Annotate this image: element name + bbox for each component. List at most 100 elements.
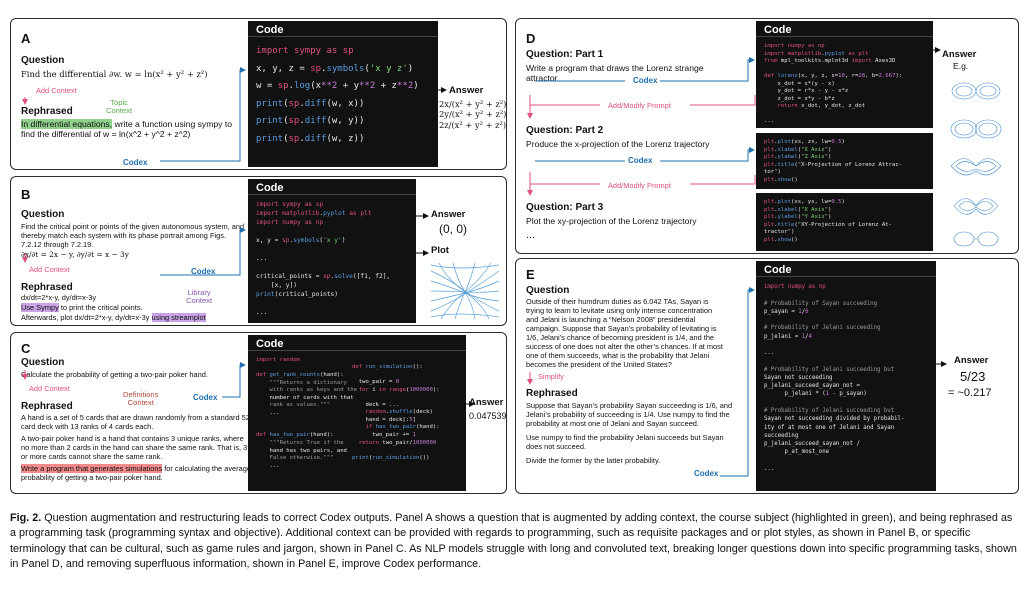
panel-d-q2: Produce the x-projection of the Lorenz t… [526,139,710,149]
panel-e-code: import numpy as np # Probability of Saya… [764,284,905,472]
panel-a: A Question Find the differential ∂w. w =… [10,18,507,170]
panel-b-code-block: Code import sympy as sp import matplotli… [248,179,416,323]
panel-d-code-block-3: plt.plot(xs, ys, lw=0.5) plt.xlabel("X A… [756,193,933,251]
panel-c-add-context: Add Context [29,384,70,393]
panel-c-code-left: import random def get_rank_counts(hand):… [256,357,358,469]
panel-b-add-context: Add Context [29,265,70,274]
panel-a-codex-label: Codex [123,158,148,167]
panel-d-code-title: Code [756,21,933,37]
panel-e-rephrased-p2: Use numpy to find the probability Jelani… [526,433,724,452]
panel-d-q1-heading: Question: Part 1 [526,49,604,60]
figure-caption-label: Fig. 2. [10,512,42,524]
panel-d-q2-heading: Question: Part 2 [526,125,604,136]
panel-e-simplify: Simplify [538,372,564,381]
panel-e-question: Outside of their humdrum duties as 6.042… [526,297,723,370]
panel-b-rephrased-line2: Use Sympy to print the critical points. [21,302,246,313]
panel-e-label: E [526,267,535,282]
panel-b: B Question Find the critical point or po… [10,176,507,326]
panel-c-label: C [21,341,31,356]
panel-d-answer-eg: E.g. [953,61,969,71]
panel-d-q3-heading: Question: Part 3 [526,202,604,213]
panel-a-code: import sympy as sp x, y, z = sp.symbols(… [256,46,419,144]
panel-d-codex-1: Codex [633,76,658,85]
panel-d-q3: Plot the xy-projection of the Lorenz tra… [526,216,697,226]
panel-c-rephrased-heading: Rephrased [21,401,73,412]
panel-d-code-block-1: Code import numpy as np import matplotli… [756,21,933,128]
panel-a-code-block: Code import sympy as sp x, y, z = sp.sym… [248,21,438,167]
panel-b-question-heading: Question [21,209,65,220]
panel-a-add-context: Add Context [36,86,77,95]
panel-a-rephrased: In differential equations, write a funct… [21,119,241,140]
panel-b-question: Find the critical point or points of the… [21,222,245,250]
panel-d-code-1: import numpy as np import matplotlib.pyp… [764,43,903,125]
panel-c-rephrased-p3: Write a program that generates simulatio… [21,464,251,482]
panel-e-answer-label: Answer [954,355,989,366]
panel-b-rephrased-heading: Rephrased [21,282,73,293]
panel-c-simulation-highlight: Write a program that generates simulatio… [21,464,163,474]
panel-e-answer-approx: = ~0.217 [948,387,992,399]
panel-b-streamplot-highlight: using streamplot [151,312,206,322]
panel-a-question-heading: Question [21,55,65,66]
panel-b-rephrased-line3: Afterwards, plot dx/dt=2*x-y, dy/dt=x-3y… [21,312,246,323]
panel-e-rephrased-p1: Suppose that Sayan’s probability Sayan s… [526,401,733,429]
panel-d-code-3: plt.plot(xs, ys, lw=0.5) plt.xlabel("X A… [764,199,893,243]
panel-e-codex-label: Codex [694,469,719,478]
panel-e-rephrased-heading: Rephrased [526,388,578,399]
panel-d-lorenz-plots [950,82,1002,247]
panel-e-code-block: Code import numpy as np # Probability of… [756,261,936,491]
panel-b-code-title: Code [248,179,416,195]
panel-b-code: import sympy as sp import matplotlib.pyp… [256,201,391,316]
panel-b-label: B [21,187,31,202]
panel-e-code-title: Code [756,261,936,277]
panel-e: E Question Outside of their humdrum duti… [515,258,1019,494]
panel-b-sympy-highlight: Use Sympy [21,302,59,312]
panel-a-topic-context: Topic Context [106,98,133,116]
figure-caption: Fig. 2. Question augmentation and restru… [10,511,1020,572]
panel-e-answer-frac: 5/23 [960,369,986,384]
panel-b-codex-label: Codex [191,267,216,276]
panel-c-code-right: def run_simulation(): two_pair = 0 for i… [352,364,440,461]
panel-d-add-modify-2: Add/Modify Prompt [608,181,671,190]
panel-b-streamplot [430,262,500,320]
panel-a-rephrased-heading: Rephrased [21,106,73,117]
figure-caption-text: Question augmentation and restructuring … [10,512,1017,570]
panel-a-answer-label: Answer [449,85,484,96]
panel-c-question: Calculate the probability of getting a t… [21,370,208,379]
panel-b-equation: ∂x/∂t = 2x − y, ∂y/∂t = x − 3y [21,250,129,259]
panel-a-code-title: Code [248,21,438,37]
panel-c-question-heading: Question [21,357,65,368]
panel-c-answer: 0.047539 [469,411,507,421]
panel-d-code-2: plt.plot(xs, zs, lw=0.5) plt.xlabel("X A… [764,139,903,183]
panel-b-answer-label: Answer [431,209,466,220]
panel-d-codex-2: Codex [628,156,653,165]
panel-d-ellipsis: ... [526,229,536,241]
panel-b-library-context: Library Context [186,288,213,306]
panel-c-answer-label: Answer [469,397,504,408]
panel-c-rephrased: A hand is a set of 5 cards that are draw… [21,413,251,482]
panel-d-code-block-2: plt.plot(xs, zs, lw=0.5) plt.xlabel("X A… [756,133,933,189]
panel-c-rephrased-p2: A two-pair poker hand is a hand that con… [21,434,248,462]
panel-d-add-modify-1: Add/Modify Prompt [608,101,671,110]
panel-d-q1: Write a program that draws the Lorenz st… [526,63,704,84]
panel-b-rephrased-line1: dx/dt=2*x-y, dy/dt=x-3y [21,293,97,302]
panel-d-label: D [526,31,536,46]
panel-c-definitions-context: Definitions Context [123,390,159,408]
panel-b-answer: (0, 0) [439,222,468,236]
panel-e-rephrased-p3: Divide the former by the latter probabil… [526,456,661,466]
panel-c-code-block: Code import random def get_rank_counts(h… [248,335,466,491]
panel-a-answer: 2x/(x² + y² + z²) 2y/(x² + y² + z²) 2z/(… [439,99,507,130]
panel-b-rephrased-line2-rest: to print the critical points. [58,302,143,312]
panel-e-rephrased: Suppose that Sayan’s probability Sayan s… [526,401,736,465]
panel-c-rephrased-p1: A hand is a set of 5 cards that are draw… [21,413,250,432]
panel-c-codex-label: Codex [193,393,218,402]
panel-a-topic-highlight: In differential equations, [21,119,113,129]
panel-d: D Question: Part 1 Write a program that … [515,18,1019,254]
panel-b-rephrased: dx/dt=2*x-y, dy/dt=x-3y Use Sympy to pri… [21,293,246,323]
panel-a-label: A [21,31,31,46]
panel-a-question: Find the differential ∂w. w = ln(x² + y²… [21,69,208,79]
panel-b-plot-label: Plot [431,245,449,256]
panel-e-question-heading: Question [526,285,570,296]
panel-d-answer-label: Answer [942,49,977,60]
panel-b-rephrased-line3-text: Afterwards, plot dx/dt=2*x-y, dy/dt=x-3y [21,312,152,322]
panel-c: C Question Calculate the probability of … [10,332,507,494]
